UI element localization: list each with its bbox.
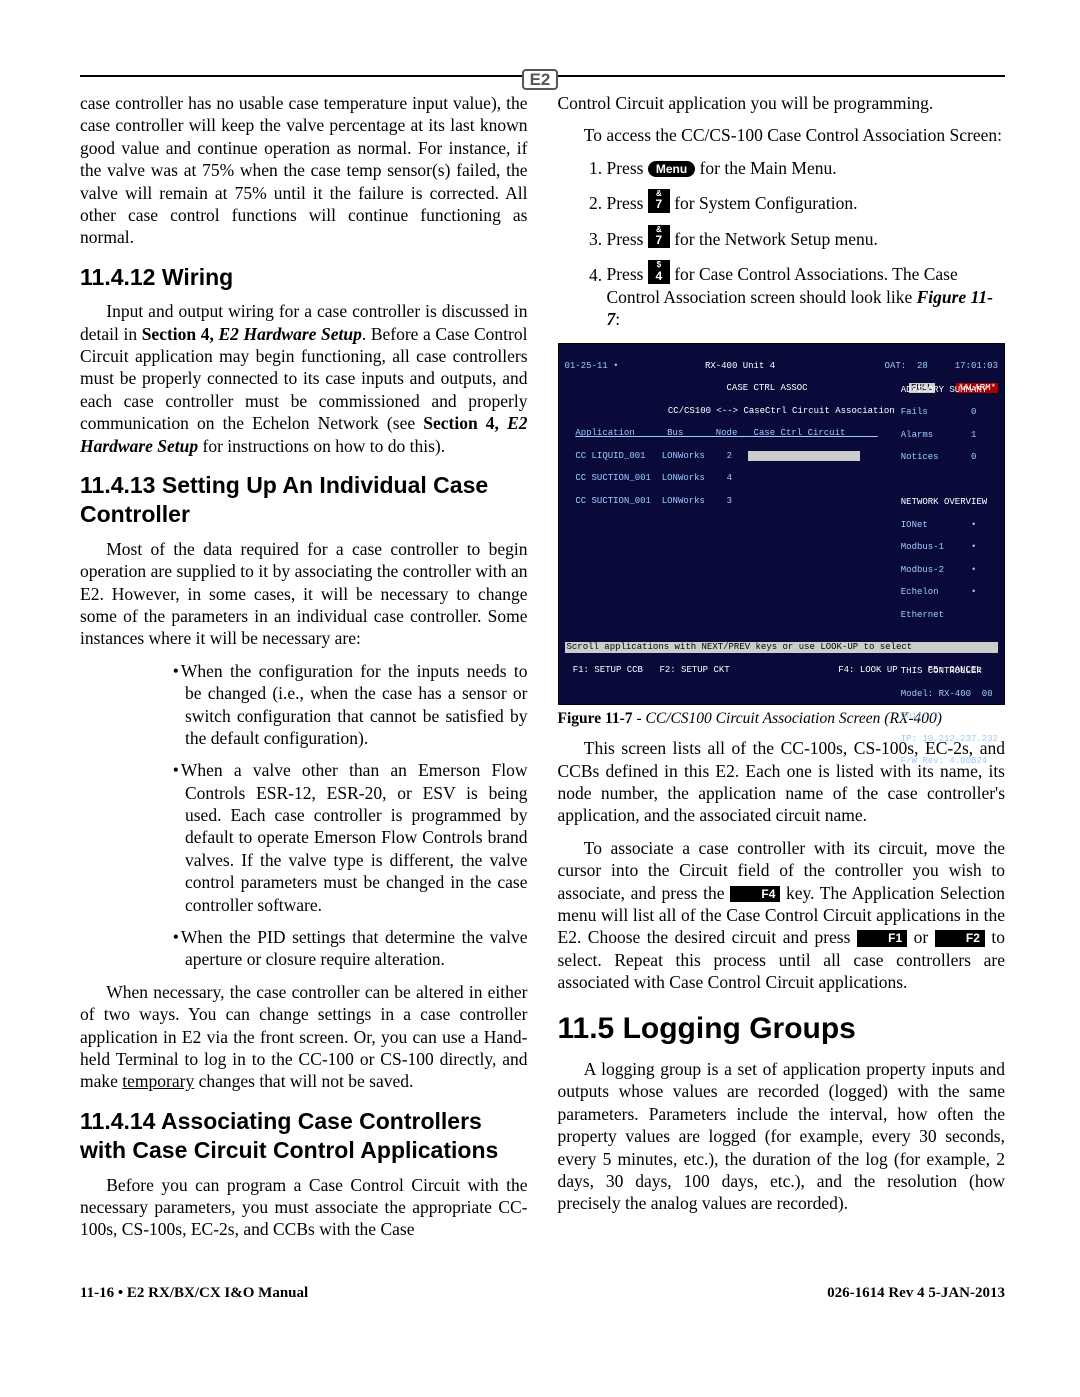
header-logo: E2 [522, 69, 559, 90]
text: for System Configuration. [670, 193, 858, 213]
header-logo-wrap: E2 [0, 69, 1080, 90]
keycap-icon: &7 [648, 189, 670, 213]
heading-setup: 11.4.13 Setting Up An Individual Case Co… [80, 471, 528, 530]
menu-keycap-icon: Menu [648, 161, 695, 177]
keycap-icon: $4 [648, 260, 670, 284]
ref-bold: Section 4, [142, 324, 219, 344]
text: or [907, 927, 935, 947]
bullet-item: When the configuration for the inputs ne… [185, 660, 528, 750]
figure: 01-25-11 • RX-400 Unit 4OAT: 28 17:01:03… [558, 343, 1006, 730]
text: Press [607, 229, 648, 249]
ref-bold: Section 4, [423, 413, 507, 433]
keycap-icon: &7 [648, 225, 670, 249]
para-access: To access the CC/CS-100 Case Control Ass… [558, 124, 1006, 146]
step-list: Press Menu for the Main Menu. Press &7 f… [558, 157, 1006, 331]
para-cont-right: Control Circuit application you will be … [558, 92, 1006, 114]
bullet-list: When the configuration for the inputs ne… [80, 660, 528, 971]
para-associate-instr: To associate a case controller with its … [558, 837, 1006, 994]
para-logging: A logging group is a set of application … [558, 1058, 1006, 1215]
figure-label: Figure 11-7 [558, 710, 633, 727]
text: : [615, 309, 620, 329]
heading-associating: 11.4.14 Associating Case Controllers wit… [80, 1107, 528, 1166]
body-columns: case controller has no usable case tempe… [80, 92, 1005, 1251]
footer-right: 026-1614 Rev 4 5-JAN-2013 [827, 1285, 1005, 1302]
ref-ital: E2 Hardware Setup [218, 324, 361, 344]
para-setup: Most of the data required for a case con… [80, 538, 528, 650]
page: E2 case controller has no usable case te… [0, 0, 1080, 1342]
terminal-screenshot: 01-25-11 • RX-400 Unit 4OAT: 28 17:01:03… [558, 343, 1006, 706]
para-wiring: Input and output wiring for a case contr… [80, 300, 528, 457]
step-item: Press $4 for Case Control Associations. … [607, 260, 1006, 330]
step-item: Press Menu for the Main Menu. [607, 157, 1006, 179]
footer-left: 11-16 • E2 RX/BX/CX I&O Manual [80, 1285, 308, 1302]
f1-keycap-icon: F1 [857, 930, 907, 946]
figure-desc: - CC/CS100 Circuit Association Screen (R… [633, 710, 942, 727]
f4-keycap-icon: F4 [730, 886, 780, 902]
text: changes that will not be saved. [194, 1071, 413, 1091]
step-item: Press &7 for the Network Setup menu. [607, 225, 1006, 251]
text: for the Main Menu. [695, 158, 836, 178]
heading-logging-groups: 11.5 Logging Groups [558, 1010, 1006, 1048]
text: Press [607, 193, 648, 213]
step-item: Press &7 for System Configuration. [607, 189, 1006, 215]
para-assoc: Before you can program a Case Control Ci… [80, 1174, 528, 1241]
page-footer: 11-16 • E2 RX/BX/CX I&O Manual 026-1614 … [80, 1281, 1005, 1302]
para-necessary: When necessary, the case controller can … [80, 981, 528, 1093]
bullet-item: When the PID settings that determine the… [185, 926, 528, 971]
bullet-item: When a valve other than an Emerson Flow … [185, 759, 528, 916]
text: Press [607, 265, 648, 285]
f2-keycap-icon: F2 [935, 930, 985, 946]
heading-wiring: 11.4.12 Wiring [80, 263, 528, 292]
underlined-word: temporary [122, 1071, 194, 1091]
terminal-sidebar: ADVISORY SUMMARY Fails 0 Alarms 1 Notice… [901, 374, 998, 790]
para-continuation: case controller has no usable case tempe… [80, 92, 528, 249]
text: for the Network Setup menu. [670, 229, 878, 249]
text: for instructions on how to do this). [198, 436, 445, 456]
text: Press [607, 158, 648, 178]
